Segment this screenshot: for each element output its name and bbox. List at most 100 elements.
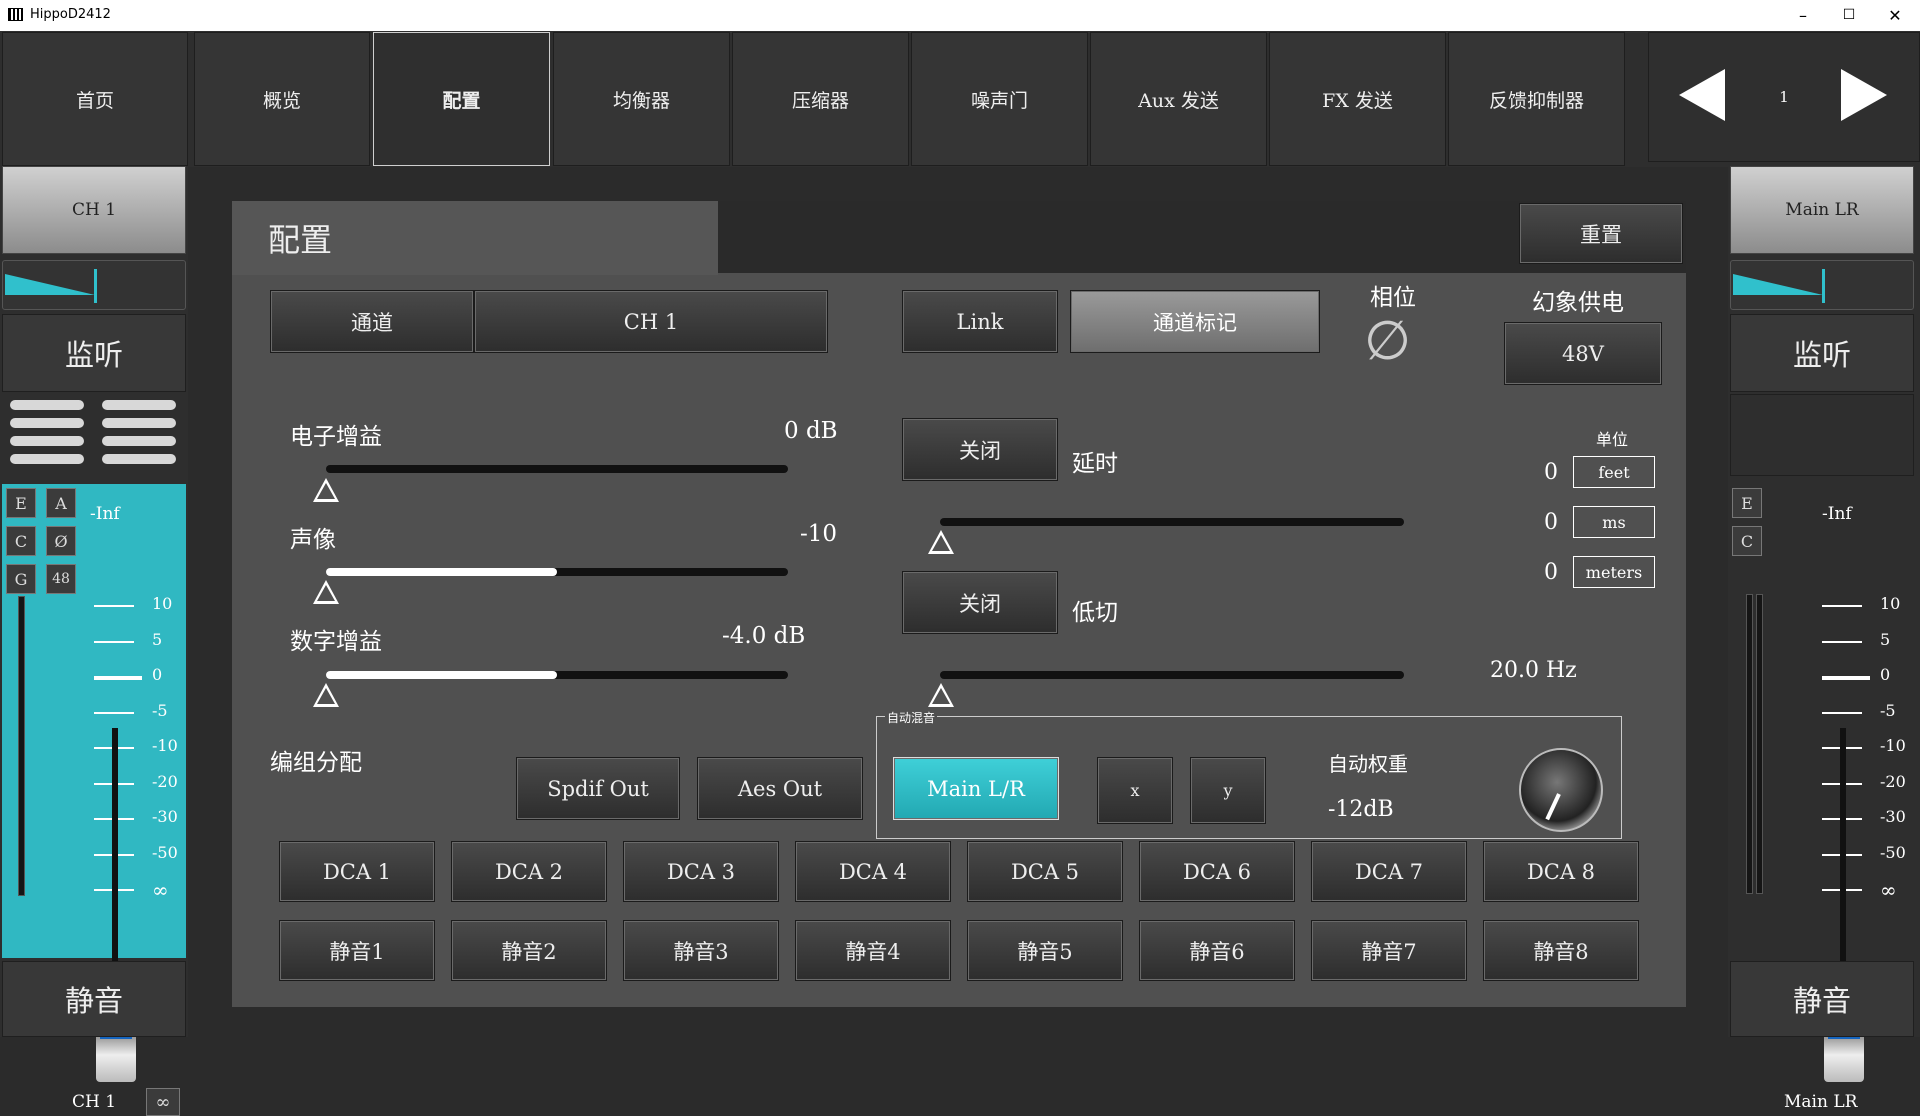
channel-label-button[interactable]: 通道 (270, 290, 474, 353)
dca-3-button[interactable]: DCA 3 (623, 841, 779, 902)
gain-slider-thumb[interactable] (313, 478, 339, 502)
right-tick-label: -30 (1880, 807, 1906, 826)
automix-y-button[interactable]: y (1190, 757, 1266, 824)
right-btn-e[interactable]: E (1732, 488, 1762, 518)
delay-toggle-button[interactable]: 关闭 (902, 418, 1058, 481)
left-btn-e[interactable]: E (6, 488, 36, 518)
window-title: HippoD2412 (30, 7, 111, 22)
maximize-button[interactable]: ☐ (1826, 0, 1872, 31)
tab-config[interactable]: 配置 (373, 32, 550, 166)
unit-label: 单位 (1596, 430, 1629, 449)
right-tick-label: 5 (1880, 629, 1891, 649)
pager: 1 (1648, 32, 1920, 162)
delay-slider-track[interactable] (940, 518, 1404, 526)
channel-mark-button[interactable]: 通道标记 (1070, 290, 1320, 353)
tab-home[interactable]: 首页 (2, 32, 188, 166)
gain-slider-track[interactable] (326, 465, 788, 473)
gain-value: 0 dB (784, 418, 838, 444)
unit-ms-box[interactable]: ms (1573, 506, 1655, 538)
left-btn-g[interactable]: G (6, 564, 36, 594)
lowcut-label: 低切 (1072, 600, 1118, 626)
digital-gain-slider-fill (326, 671, 557, 679)
phase-icon[interactable]: ∅ (1364, 312, 1411, 370)
left-btn-48[interactable]: 48 (46, 564, 76, 594)
close-button[interactable]: ✕ (1872, 0, 1918, 31)
prev-page-icon[interactable] (1679, 69, 1725, 121)
auto-weight-knob-icon[interactable] (1519, 748, 1603, 832)
dca-5-button[interactable]: DCA 5 (967, 841, 1123, 902)
right-monitor-button[interactable]: 监听 (1730, 314, 1914, 392)
pan-slider-thumb[interactable] (313, 580, 339, 604)
app-icon (8, 8, 23, 21)
right-tick-label: -20 (1880, 771, 1906, 791)
left-pan-display[interactable] (2, 260, 186, 310)
delay-slider-thumb[interactable] (928, 530, 954, 554)
phantom-48v-button[interactable]: 48V (1504, 322, 1662, 385)
right-btn-c[interactable]: C (1732, 526, 1762, 556)
right-blank-panel (1730, 394, 1914, 476)
lowcut-slider-thumb[interactable] (928, 683, 954, 707)
left-tick-label: ∞ (152, 878, 169, 902)
left-tick-mark (94, 605, 134, 607)
link-button[interactable]: Link (902, 290, 1058, 353)
right-tick-mark (1822, 711, 1862, 714)
link-icon[interactable]: ∞ (146, 1088, 180, 1116)
lowcut-toggle-button[interactable]: 关闭 (902, 571, 1058, 634)
left-monitor-button[interactable]: 监听 (2, 314, 186, 392)
right-channel-button[interactable]: Main LR (1730, 166, 1914, 254)
dca-1-button[interactable]: DCA 1 (279, 841, 435, 902)
mute-5-button[interactable]: 静音5 (967, 920, 1123, 981)
channel-select-button[interactable]: CH 1 (474, 290, 828, 353)
left-level-meter (18, 596, 25, 896)
mute-8-button[interactable]: 静音8 (1483, 920, 1639, 981)
next-page-icon[interactable] (1841, 69, 1887, 121)
left-channel-strip: CH 1 监听 E A C Ø G 48 -Inf 10 5 0 -5 -10 -20 -3… (0, 166, 188, 1116)
left-btn-a[interactable]: A (46, 488, 76, 518)
left-channel-name: CH 1 (72, 1092, 117, 1112)
spdif-out-button[interactable]: Spdif Out (516, 757, 680, 820)
phantom-label: 幻象供电 (1532, 290, 1624, 316)
dca-6-button[interactable]: DCA 6 (1139, 841, 1295, 902)
mute-7-button[interactable]: 静音7 (1311, 920, 1467, 981)
page-title: 配置 (268, 221, 333, 259)
tab-gate[interactable]: 噪声门 (911, 32, 1088, 166)
tab-overview[interactable]: 概览 (194, 32, 370, 166)
left-channel-button[interactable]: CH 1 (2, 166, 186, 254)
tab-aux-send[interactable]: Aux 发送 (1090, 32, 1267, 166)
tab-compressor[interactable]: 压缩器 (732, 32, 909, 166)
right-mute-button[interactable]: 静音 (1730, 961, 1914, 1037)
left-btn-phase[interactable]: Ø (46, 526, 76, 556)
unit-meters-box[interactable]: meters (1573, 556, 1655, 588)
left-mute-button[interactable]: 静音 (2, 961, 186, 1037)
automix-x-button[interactable]: x (1097, 757, 1173, 824)
dca-7-button[interactable]: DCA 7 (1311, 841, 1467, 902)
right-tick-label: 0 (1880, 665, 1891, 684)
reset-button[interactable]: 重置 (1519, 203, 1683, 264)
aes-out-button[interactable]: Aes Out (697, 757, 863, 820)
right-tick-label: -50 (1880, 842, 1906, 862)
left-pan-marker (94, 269, 97, 303)
right-pan-display[interactable] (1730, 260, 1914, 310)
mute-4-button[interactable]: 静音4 (795, 920, 951, 981)
right-tick-label: -5 (1880, 700, 1896, 720)
mute-2-button[interactable]: 静音2 (451, 920, 607, 981)
minimize-button[interactable]: – (1780, 0, 1826, 31)
mute-1-button[interactable]: 静音1 (279, 920, 435, 981)
auto-weight-label: 自动权重 (1328, 752, 1408, 776)
left-tick-label: 0 (152, 665, 163, 684)
dca-2-button[interactable]: DCA 2 (451, 841, 607, 902)
digital-gain-slider-thumb[interactable] (313, 683, 339, 707)
dca-8-button[interactable]: DCA 8 (1483, 841, 1639, 902)
unit-feet-box[interactable]: feet (1573, 456, 1655, 488)
tab-feedback[interactable]: 反馈抑制器 (1448, 32, 1625, 166)
tab-fx-send[interactable]: FX 发送 (1269, 32, 1446, 166)
right-channel-strip: Main LR 监听 E C -Inf 10 5 0 -5 -10 -20 -30 -50 ∞ … (1728, 166, 1920, 1112)
left-btn-c[interactable]: C (6, 526, 36, 556)
mute-6-button[interactable]: 静音6 (1139, 920, 1295, 981)
unit-value-ms: 0 (1544, 510, 1558, 535)
mute-3-button[interactable]: 静音3 (623, 920, 779, 981)
main-lr-button[interactable]: Main L/R (893, 757, 1059, 820)
lowcut-slider-track[interactable] (940, 671, 1404, 679)
dca-4-button[interactable]: DCA 4 (795, 841, 951, 902)
tab-eq[interactable]: 均衡器 (553, 32, 730, 166)
